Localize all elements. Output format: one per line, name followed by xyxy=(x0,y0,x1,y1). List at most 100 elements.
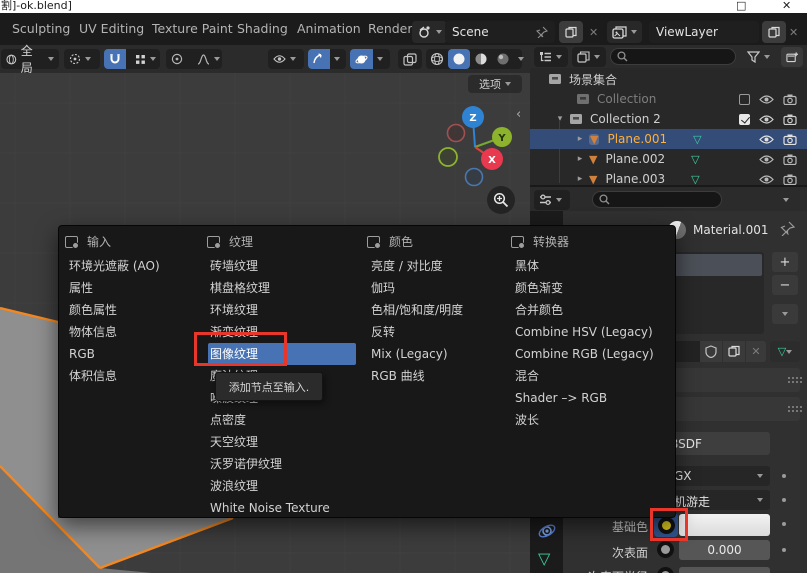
shading-solid-button[interactable] xyxy=(448,49,470,69)
outliner-filter-display-dropdown[interactable] xyxy=(572,47,606,67)
proportional-edit-toggle[interactable] xyxy=(166,49,188,69)
zoom-tool-button[interactable] xyxy=(487,186,515,214)
menu-item-wavelength[interactable]: 波长 xyxy=(513,409,671,431)
camera-icon[interactable] xyxy=(783,94,797,105)
shading-material-button[interactable] xyxy=(470,49,492,69)
base-color-swatch[interactable] xyxy=(679,514,770,536)
camera-icon[interactable] xyxy=(783,154,797,165)
show-gizmo-dropdown[interactable] xyxy=(268,49,304,69)
tab-texture-paint[interactable]: Texture Paint xyxy=(152,13,233,45)
scene-name-field[interactable]: Scene xyxy=(445,21,555,43)
eye-icon[interactable] xyxy=(759,114,774,125)
transform-orientation-dropdown[interactable]: 全局 xyxy=(1,49,59,69)
pivot-point-dropdown[interactable] xyxy=(64,49,100,69)
overlays-toggle[interactable] xyxy=(350,49,373,69)
menu-item-white-noise-texture[interactable]: White Noise Texture xyxy=(208,497,356,519)
copy-material-button[interactable] xyxy=(723,341,745,362)
navigation-gizmo[interactable]: Z Y X xyxy=(438,100,530,192)
scene-browse-button[interactable] xyxy=(412,21,447,43)
tab-shading[interactable]: Shading xyxy=(237,13,288,45)
proportional-falloff-dropdown[interactable] xyxy=(192,49,225,69)
camera-icon[interactable] xyxy=(783,114,797,125)
menu-item-blackbody[interactable]: 黑体 xyxy=(513,255,671,277)
expand-closed-icon[interactable]: ▸ xyxy=(575,154,585,164)
menu-item-shader-to-rgb[interactable]: Shader –> RGB xyxy=(513,387,671,409)
remove-slot-button[interactable]: − xyxy=(772,275,798,295)
menu-item-color-ramp[interactable]: 颜色渐变 xyxy=(513,277,671,299)
subsurface-radius-field[interactable] xyxy=(679,567,770,573)
outliner-filter-dropdown[interactable] xyxy=(742,47,778,67)
add-slot-button[interactable]: + xyxy=(772,252,798,272)
menu-item-object-info[interactable]: 物体信息 xyxy=(67,321,199,343)
animate-dot[interactable] xyxy=(782,498,786,502)
eye-icon[interactable] xyxy=(759,94,774,105)
tab-animation[interactable]: Animation xyxy=(297,13,361,45)
menu-item-rgb[interactable]: RGB xyxy=(67,343,199,365)
camera-icon[interactable] xyxy=(783,174,797,185)
menu-item-environment-texture[interactable]: 环境纹理 xyxy=(208,299,356,321)
pin-icon[interactable] xyxy=(536,26,548,38)
gizmos-toggle[interactable] xyxy=(308,49,330,69)
outliner-row-plane-001[interactable]: ▸ ▼ Plane.001 ▽ xyxy=(530,129,807,149)
fake-user-button[interactable] xyxy=(700,341,722,362)
slot-specials-dropdown[interactable] xyxy=(772,304,798,324)
outliner-display-mode-dropdown[interactable] xyxy=(534,47,568,67)
viewport-options-dropdown[interactable]: 选项 xyxy=(468,75,522,93)
menu-item-gamma[interactable]: 伽玛 xyxy=(369,277,511,299)
viewlayer-remove-icon[interactable]: ✕ xyxy=(789,26,798,39)
new-collection-button[interactable] xyxy=(781,47,803,67)
animate-dot[interactable] xyxy=(782,548,786,552)
maximize-button[interactable]: □ xyxy=(736,0,746,12)
axis-neg-y[interactable] xyxy=(439,148,457,166)
eye-icon[interactable] xyxy=(759,174,774,185)
properties-search-input[interactable] xyxy=(592,191,722,208)
menu-item-color-attribute[interactable]: 颜色属性 xyxy=(67,299,199,321)
snap-target-dropdown[interactable] xyxy=(130,49,161,69)
menu-item-combine-rgb-legacy[interactable]: Combine RGB (Legacy) xyxy=(513,343,671,365)
animate-dot[interactable] xyxy=(782,522,786,526)
shading-wireframe-button[interactable] xyxy=(426,49,448,69)
menu-item-combine-color[interactable]: 合并颜色 xyxy=(513,299,671,321)
viewlayer-copy-button[interactable] xyxy=(762,21,786,43)
outliner-row-plane-002[interactable]: ▸ ▼ Plane.002 ▽ xyxy=(530,149,807,169)
menu-item-wave-texture[interactable]: 波浪纹理 xyxy=(208,475,356,497)
snap-toggle[interactable] xyxy=(104,49,126,69)
menu-item-rgb-curves[interactable]: RGB 曲线 xyxy=(369,365,511,387)
viewlayer-browse-button[interactable] xyxy=(607,21,642,43)
subsurface-socket[interactable] xyxy=(657,541,674,558)
exclude-checkbox[interactable] xyxy=(739,94,750,105)
menu-item-voronoi-texture[interactable]: 沃罗诺伊纹理 xyxy=(208,453,356,475)
tab-uv-editing[interactable]: UV Editing xyxy=(79,13,144,45)
xray-toggle[interactable] xyxy=(398,49,422,69)
tab-render[interactable]: Renderi xyxy=(368,13,416,45)
expand-closed-icon[interactable]: ▸ xyxy=(575,174,585,184)
unlink-material-button[interactable]: ✕ xyxy=(746,341,766,362)
outliner-search-input[interactable] xyxy=(610,48,736,65)
properties-editor-type-dropdown[interactable] xyxy=(534,190,570,210)
menu-item-point-density[interactable]: 点密度 xyxy=(208,409,356,431)
outliner-row-scene-collection[interactable]: 场景集合 xyxy=(530,69,807,89)
link-material-dropdown[interactable]: ▽ xyxy=(770,341,800,362)
menu-item-brick-texture[interactable]: 砖墙纹理 xyxy=(208,255,356,277)
menu-item-invert[interactable]: 反转 xyxy=(369,321,511,343)
outliner-row-collection2[interactable]: ▾ Collection 2 xyxy=(530,109,807,129)
menu-item-combine-hsv-legacy[interactable]: Combine HSV (Legacy) xyxy=(513,321,671,343)
eye-icon[interactable] xyxy=(759,154,774,165)
camera-icon[interactable] xyxy=(783,134,797,145)
axis-neg-z[interactable] xyxy=(466,169,483,186)
menu-item-mix-legacy[interactable]: Mix (Legacy) xyxy=(369,343,511,365)
menu-item-checker-texture[interactable]: 棋盘格纹理 xyxy=(208,277,356,299)
viewlayer-name-field[interactable]: ViewLayer xyxy=(649,21,759,43)
animate-dot[interactable] xyxy=(782,474,786,478)
menu-item-bright-contrast[interactable]: 亮度 / 对比度 xyxy=(369,255,511,277)
menu-item-mix[interactable]: 混合 xyxy=(513,365,671,387)
expand-open-icon[interactable]: ▾ xyxy=(555,114,565,124)
menu-item-sky-texture[interactable]: 天空纹理 xyxy=(208,431,356,453)
subsurface-radius-socket[interactable] xyxy=(657,567,674,573)
menu-item-ambient-occlusion[interactable]: 环境光遮蔽 (AO) xyxy=(67,255,199,277)
close-button[interactable]: ✕ xyxy=(782,0,791,12)
object-data-tab-icon[interactable]: ▽ xyxy=(538,551,550,567)
properties-options-chevron[interactable] xyxy=(783,198,789,202)
axis-neg-x[interactable] xyxy=(448,125,465,142)
scene-copy-button[interactable] xyxy=(559,21,583,43)
